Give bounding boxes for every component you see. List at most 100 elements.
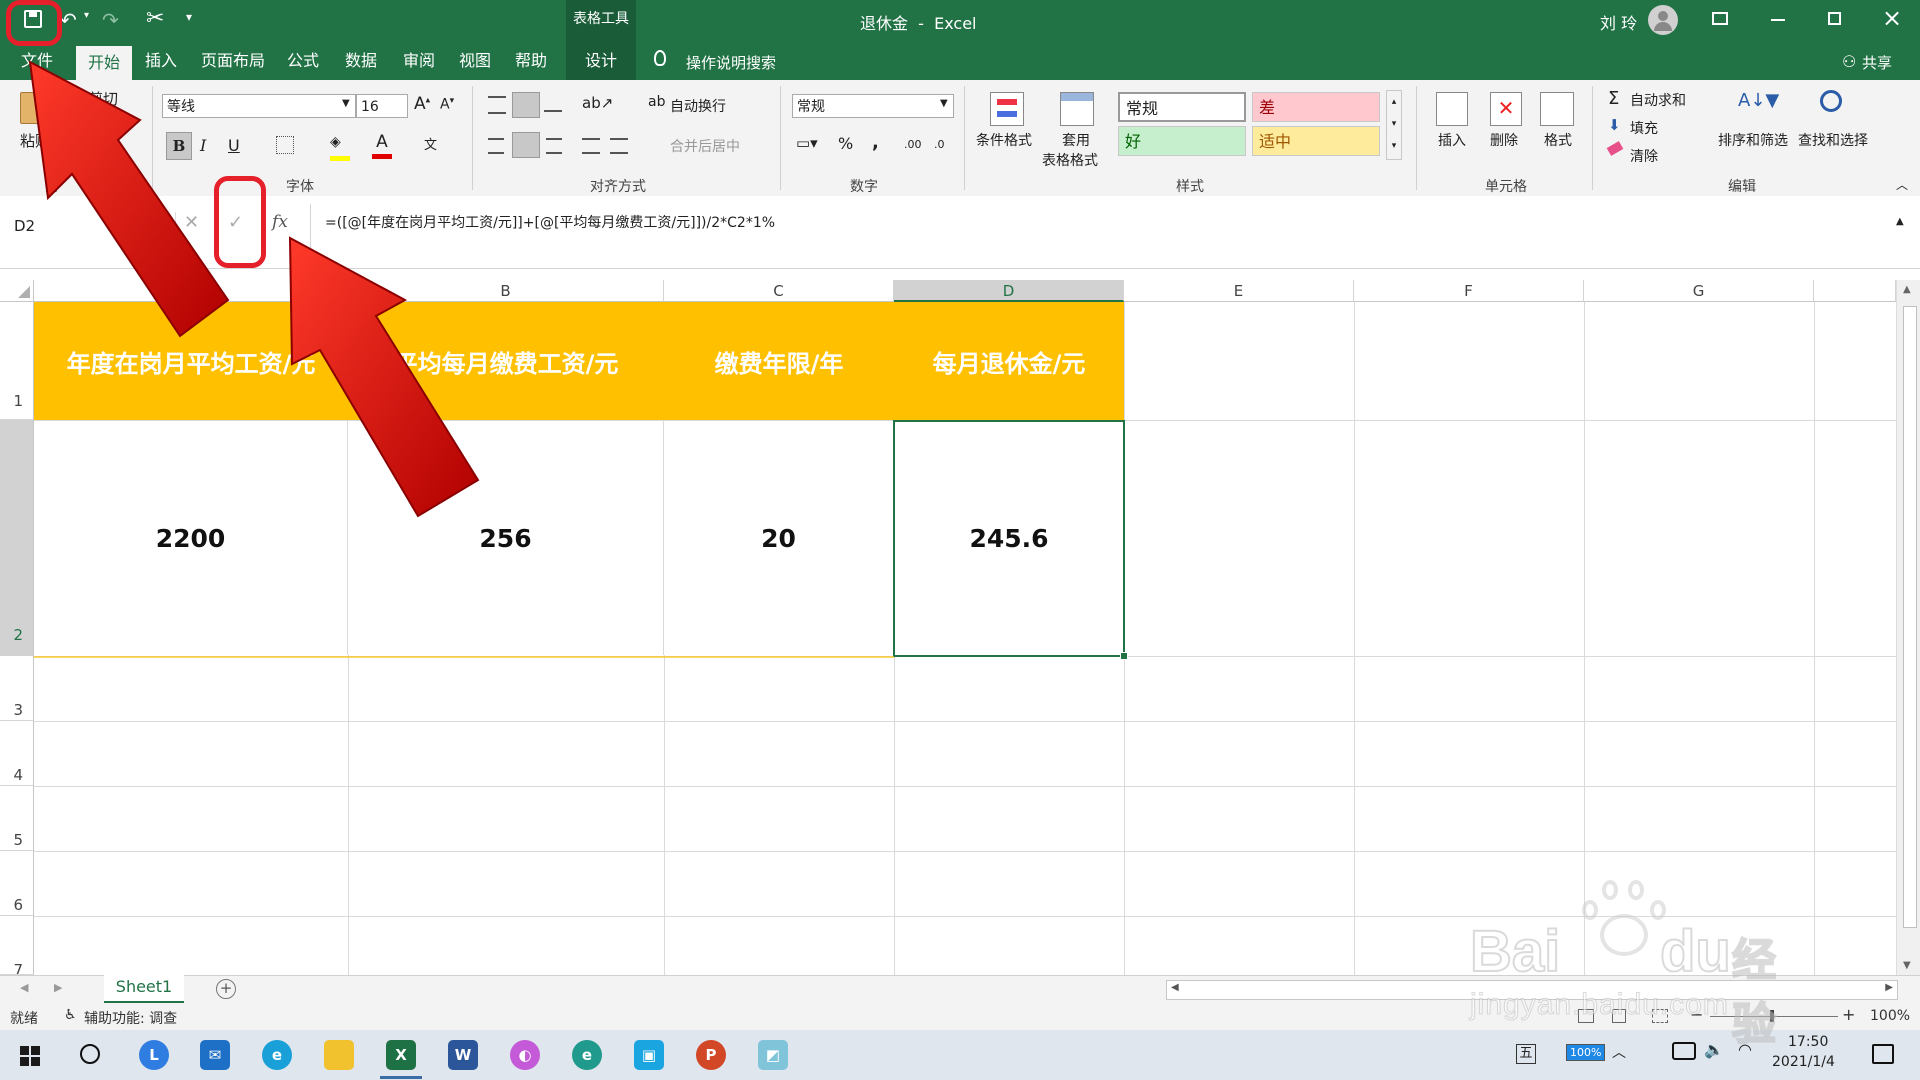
fill-handle[interactable] xyxy=(1120,652,1128,660)
scroll-down-icon[interactable]: ▼ xyxy=(1903,960,1911,971)
column-header-H[interactable] xyxy=(1814,280,1896,302)
insert-cells-button[interactable]: 插入 xyxy=(1438,130,1466,150)
insert-cells-icon[interactable] xyxy=(1436,92,1468,126)
table-cell[interactable]: 20 xyxy=(664,421,894,655)
format-cells-button[interactable]: 格式 xyxy=(1544,130,1572,150)
scroll-left-icon[interactable]: ◀ xyxy=(1171,982,1179,993)
ime-indicator[interactable]: 五 xyxy=(1516,1044,1536,1064)
align-center-icon[interactable] xyxy=(512,132,540,158)
paint-icon[interactable]: ◐ xyxy=(510,1040,540,1070)
word-icon[interactable]: W xyxy=(448,1040,478,1070)
conditional-format-button[interactable]: 条件格式 xyxy=(976,130,1032,150)
styles-scroll-icon[interactable]: ▴ ▾ ▾ xyxy=(1386,90,1402,160)
increase-decimal-icon[interactable]: .00 xyxy=(904,138,922,151)
ribbon-display-options-icon[interactable] xyxy=(1712,12,1728,25)
mail-icon[interactable]: ✉ xyxy=(200,1040,230,1070)
scroll-right-icon[interactable]: ▶ xyxy=(1885,982,1893,993)
tab-help[interactable]: 帮助 xyxy=(508,42,554,80)
wrap-text-button[interactable]: 自动换行 xyxy=(670,96,726,116)
column-header-C[interactable]: C xyxy=(664,280,894,302)
battery-badge[interactable]: 100% xyxy=(1566,1044,1606,1061)
tab-design[interactable]: 设计 xyxy=(566,42,636,80)
powerpoint-icon[interactable]: P xyxy=(696,1040,726,1070)
minimize-icon[interactable] xyxy=(1771,19,1785,21)
chevron-down-icon[interactable]: ▼ xyxy=(940,98,948,109)
sigma-icon[interactable]: Σ xyxy=(1608,88,1619,109)
eraser-icon[interactable] xyxy=(1606,141,1624,156)
percent-icon[interactable]: % xyxy=(838,134,853,153)
row-header-7[interactable]: 7 xyxy=(0,916,34,975)
sort-filter-icon[interactable]: A↓▼ xyxy=(1738,90,1779,111)
search-icon[interactable] xyxy=(80,1044,100,1064)
prev-sheet-icon[interactable]: ◀ xyxy=(20,981,28,994)
search-icon[interactable] xyxy=(1820,90,1842,112)
accessibility-status[interactable]: 辅助功能: 调查 xyxy=(84,1008,177,1028)
accessibility-icon[interactable]: ♿ xyxy=(64,1007,77,1023)
clear-button[interactable]: 清除 xyxy=(1630,146,1658,166)
row-header-3[interactable]: 3 xyxy=(0,656,34,721)
scroll-thumb[interactable] xyxy=(1903,306,1917,928)
next-sheet-icon[interactable]: ▶ xyxy=(54,981,62,994)
column-header-E[interactable]: E xyxy=(1124,280,1354,302)
avatar[interactable] xyxy=(1648,5,1678,35)
number-format-select[interactable]: 常规 xyxy=(792,94,954,118)
lens-app-icon[interactable]: L xyxy=(139,1040,169,1070)
column-header-G[interactable]: G xyxy=(1584,280,1814,302)
user-name[interactable]: 刘 玲 xyxy=(1600,10,1637,34)
selected-cell-D2[interactable]: 245.6 xyxy=(893,420,1125,657)
row-header-5[interactable]: 5 xyxy=(0,786,34,851)
vertical-scrollbar[interactable]: ▲ ▼ xyxy=(1896,280,1920,975)
collapse-ribbon-icon[interactable]: ︿ xyxy=(1896,176,1908,193)
zoom-in-icon[interactable]: + xyxy=(1842,1005,1855,1024)
style-good[interactable]: 好 xyxy=(1118,126,1246,156)
fill-down-icon[interactable]: ⬇ xyxy=(1608,116,1621,134)
table-header-cell[interactable]: 缴费年限/年 xyxy=(664,302,894,420)
column-header-D[interactable]: D xyxy=(894,280,1124,302)
notification-icon[interactable] xyxy=(1872,1044,1894,1064)
app-icon[interactable]: ▣ xyxy=(634,1040,664,1070)
formula-input[interactable]: =([@[年度在岗月平均工资/元]]+[@[平均每月缴费工资/元]])/2*C2… xyxy=(310,204,1910,260)
close-icon[interactable]: × xyxy=(1882,4,1902,32)
sheet-tab-sheet1[interactable]: Sheet1 xyxy=(104,975,184,1004)
comma-icon[interactable]: , xyxy=(872,132,879,153)
network-icon[interactable] xyxy=(1672,1042,1696,1060)
merge-center-button[interactable]: 合并后居中 xyxy=(670,136,740,156)
add-sheet-icon[interactable]: + xyxy=(216,979,236,999)
ie-browser-icon[interactable]: e xyxy=(262,1040,292,1070)
wrap-text-icon[interactable]: ab xyxy=(648,94,665,110)
sort-filter-button[interactable]: 排序和筛选 xyxy=(1718,130,1788,150)
window-app-icon[interactable]: ◩ xyxy=(758,1040,788,1070)
format-as-table-line2[interactable]: 表格格式 xyxy=(1042,150,1098,170)
currency-icon[interactable]: ▭▾ xyxy=(796,134,818,152)
row-header-4[interactable]: 4 xyxy=(0,721,34,786)
share-button[interactable]: 共享 xyxy=(1862,52,1892,73)
column-header-F[interactable]: F xyxy=(1354,280,1584,302)
excel-icon[interactable]: X xyxy=(386,1040,416,1070)
scroll-up-icon[interactable]: ▲ xyxy=(1903,284,1911,295)
tell-me-search[interactable]: 操作说明搜索 xyxy=(686,52,776,73)
clock-date[interactable]: 2021/1/4 xyxy=(1772,1054,1835,1070)
fill-button[interactable]: 填充 xyxy=(1630,118,1658,138)
chevron-up-icon[interactable]: ︿ xyxy=(1612,1042,1626,1062)
decrease-decimal-icon[interactable]: .0 xyxy=(934,138,945,151)
increase-indent-icon[interactable] xyxy=(610,138,628,154)
delete-cells-button[interactable]: 删除 xyxy=(1490,130,1518,150)
conditional-format-icon[interactable] xyxy=(990,92,1024,126)
windows-start-icon[interactable] xyxy=(20,1046,40,1066)
row-header-6[interactable]: 6 xyxy=(0,851,34,916)
delete-cells-icon[interactable]: ✕ xyxy=(1490,92,1522,126)
edge-icon[interactable]: e xyxy=(572,1040,602,1070)
style-normal[interactable]: 常规 xyxy=(1118,92,1246,122)
format-as-table-line1[interactable]: 套用 xyxy=(1062,130,1090,150)
style-neutral[interactable]: 适中 xyxy=(1252,126,1380,156)
file-explorer-icon[interactable] xyxy=(324,1040,354,1070)
align-right-icon[interactable] xyxy=(546,138,562,154)
format-cells-icon[interactable] xyxy=(1540,92,1574,126)
align-bottom-icon[interactable] xyxy=(544,96,562,112)
table-header-cell[interactable]: 每月退休金/元 xyxy=(894,302,1124,420)
style-bad[interactable]: 差 xyxy=(1252,92,1380,122)
decrease-indent-icon[interactable] xyxy=(582,138,600,154)
volume-icon[interactable]: 🔈 xyxy=(1704,1040,1724,1059)
expand-formula-icon[interactable]: ▲ xyxy=(1896,216,1904,227)
find-select-button[interactable]: 查找和选择 xyxy=(1798,130,1868,150)
